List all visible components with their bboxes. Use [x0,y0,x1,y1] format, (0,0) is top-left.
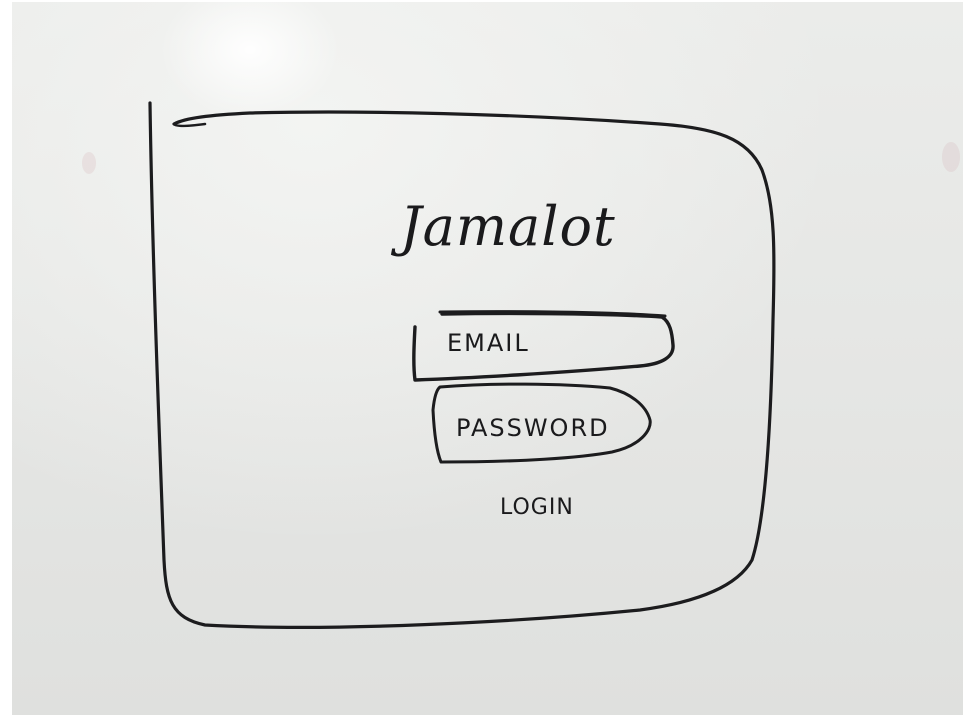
email-field[interactable]: EMAIL [412,310,675,382]
app-title: Jamalot [390,195,616,258]
login-button-label: LOGIN [500,495,574,520]
password-placeholder: PASSWORD [456,414,610,442]
password-field[interactable]: PASSWORD [431,382,652,464]
wireframe-sketch: Jamalot EMAIL PASSWORD LOGIN [148,101,776,629]
login-button[interactable]: LOGIN [500,495,574,520]
screen-frame [148,101,776,629]
whiteboard-photo: Jamalot EMAIL PASSWORD LOGIN [0,0,965,715]
email-placeholder: EMAIL [447,329,530,357]
